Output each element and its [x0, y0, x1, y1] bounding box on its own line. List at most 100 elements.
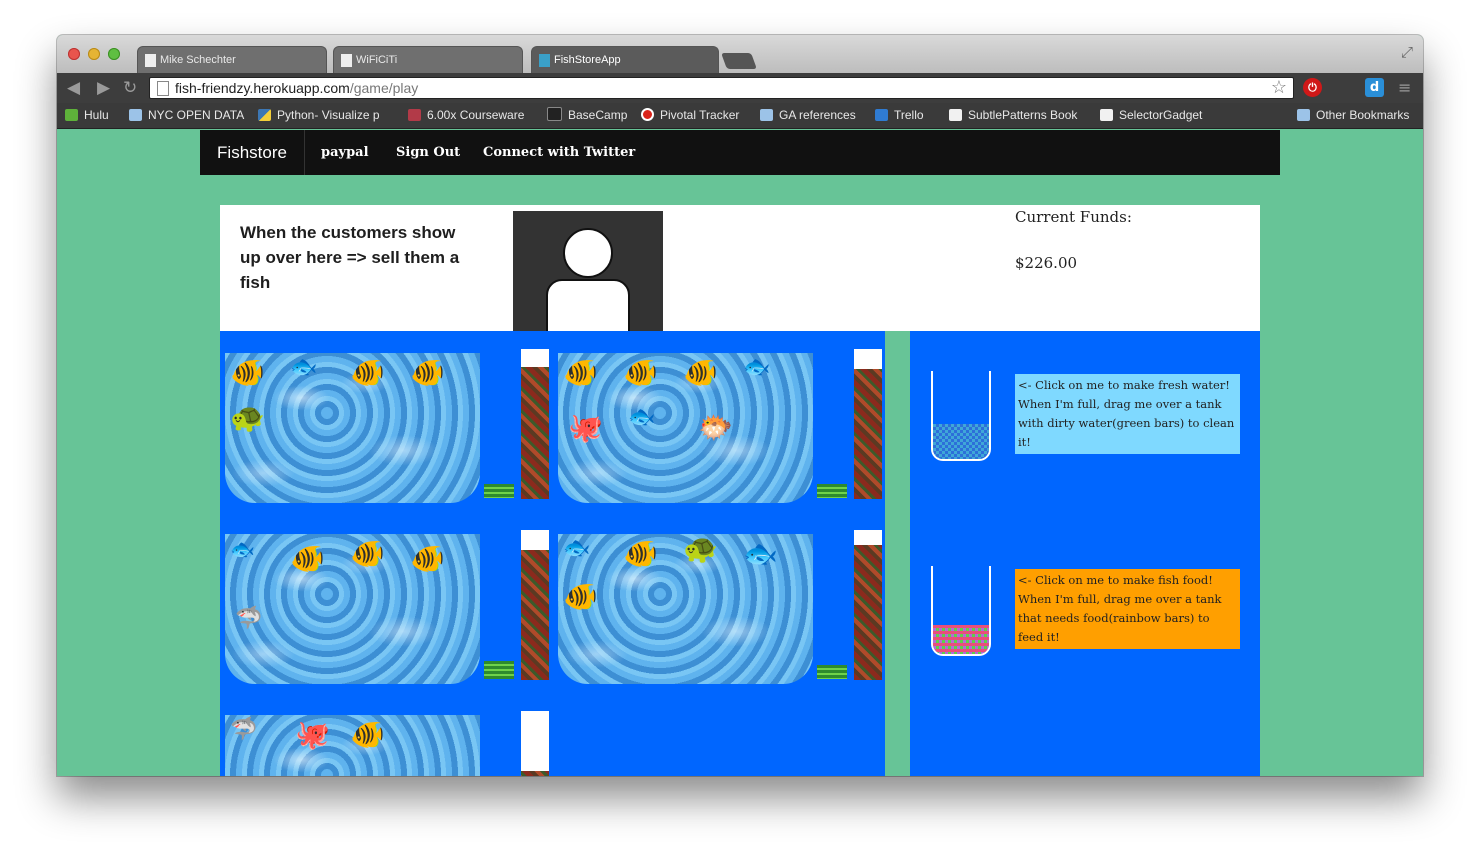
turtle-icon[interactable]: 🐢 — [683, 534, 718, 564]
food-jar-fill — [933, 624, 989, 654]
food-meter-fill — [854, 545, 882, 680]
fish-icon[interactable]: 🐠 — [350, 358, 385, 388]
avatar-body — [546, 279, 630, 331]
basecamp-icon — [547, 107, 562, 121]
tab-mike-schechter[interactable]: Mike Schechter — [137, 46, 327, 73]
water-jar[interactable] — [931, 371, 991, 461]
turtle-icon[interactable]: 🐢 — [230, 403, 265, 433]
food-meter-fill — [854, 368, 882, 499]
bookmark-trello[interactable]: Trello — [875, 103, 924, 128]
bookmark-label: NYC OPEN DATA — [148, 108, 245, 122]
menu-icon[interactable]: ≡ — [1398, 78, 1411, 97]
food-meter — [854, 530, 882, 680]
tank-area: 🐠 🐟 🐠 🐠 🐢 🐠 🐠 🐠 🐟 🐙 🐟 🐡 🐟 🐠 🐠 🐠 🦈 🐟 🐠 🐢 … — [220, 331, 885, 776]
fish-tank[interactable]: 🐟 🐠 🐢 🐟 🐠 — [558, 534, 813, 684]
fish-icon[interactable]: 🐠 — [623, 358, 658, 388]
page-icon — [341, 54, 352, 67]
bookmark-selectorgadget[interactable]: SelectorGadget — [1100, 103, 1202, 128]
water-level-bar — [484, 484, 514, 498]
nav-connect-twitter[interactable]: Connect with Twitter — [483, 130, 635, 175]
avatar-head — [563, 228, 613, 278]
bookmark-ga-references[interactable]: GA references — [760, 103, 856, 128]
octopus-icon[interactable]: 🐙 — [295, 720, 330, 750]
zoom-window-icon[interactable] — [108, 48, 120, 60]
fish-icon[interactable]: 🐟 — [628, 403, 655, 433]
fish-icon[interactable]: 🐟 — [743, 539, 778, 569]
food-jar[interactable] — [931, 566, 991, 656]
fish-tank[interactable]: 🐠 🐠 🐠 🐟 🐙 🐟 🐡 — [558, 353, 813, 503]
forward-arrow-icon[interactable]: ▶ — [97, 78, 110, 98]
other-bookmarks[interactable]: Other Bookmarks — [1297, 103, 1409, 128]
folder-icon — [129, 109, 142, 121]
bookmarks-bar: Hulu NYC OPEN DATA Python- Visualize p 6… — [57, 103, 1423, 129]
bookmark-label: BaseCamp — [568, 108, 628, 122]
fish-icon[interactable]: 🐡 — [698, 413, 733, 443]
python-icon — [258, 109, 271, 121]
folder-icon — [760, 109, 773, 121]
tab-label: WiFiCiTi — [356, 54, 398, 66]
water-jar-fill — [933, 423, 989, 459]
fish-icon[interactable]: 🐟 — [230, 534, 255, 564]
fish-icon[interactable]: 🐠 — [410, 544, 445, 574]
food-meter-fill — [521, 771, 549, 776]
bookmark-600x-courseware[interactable]: 6.00x Courseware — [408, 103, 524, 128]
fish-icon[interactable]: 🐟 — [563, 534, 590, 564]
page-icon — [1100, 109, 1113, 121]
bookmark-basecamp[interactable]: BaseCamp — [547, 103, 627, 128]
fish-icon[interactable]: 🐟 — [743, 353, 770, 383]
fish-tank[interactable]: 🦈 🐙 🐠 — [225, 715, 480, 776]
funds-label: Current Funds: — [1015, 208, 1132, 226]
fish-icon[interactable]: 🐠 — [563, 358, 598, 388]
power-extension-icon[interactable]: ⏻ — [1303, 78, 1322, 97]
fish-icon[interactable]: 🐠 — [350, 539, 385, 569]
fish-icon[interactable]: 🐠 — [290, 544, 325, 574]
fish-icon[interactable]: 🐠 — [683, 358, 718, 388]
food-meter — [521, 349, 549, 499]
reload-icon[interactable]: ↻ — [123, 78, 137, 98]
back-arrow-icon[interactable]: ◀ — [67, 78, 80, 98]
fish-icon[interactable]: 🐠 — [350, 720, 385, 750]
minimize-window-icon[interactable] — [88, 48, 100, 60]
fish-icon[interactable]: 🐠 — [623, 539, 658, 569]
bookmark-python-visualize[interactable]: Python- Visualize p — [258, 103, 390, 128]
fish-icon[interactable]: 🐠 — [230, 358, 265, 388]
tab-label: FishStoreApp — [554, 54, 621, 66]
nav-sign-out[interactable]: Sign Out — [396, 130, 460, 175]
shark-icon[interactable]: 🦈 — [235, 604, 262, 634]
page-icon — [145, 54, 156, 67]
url-path: /game/play — [349, 80, 419, 96]
nav-paypal[interactable]: paypal — [321, 130, 369, 175]
bookmark-label: SelectorGadget — [1119, 108, 1203, 122]
water-level-bar — [817, 484, 847, 498]
water-level-bar — [817, 665, 847, 679]
close-window-icon[interactable] — [68, 48, 80, 60]
fish-tank[interactable]: 🐟 🐠 🐠 🐠 🦈 — [225, 534, 480, 684]
fish-icon[interactable]: 🐠 — [410, 358, 445, 388]
octopus-icon[interactable]: 🐙 — [568, 413, 603, 443]
customer-instructions: When the customers show up over here => … — [240, 223, 460, 292]
water-level-bar — [484, 661, 514, 679]
browser-toolbar: ◀ ▶ ↻ fish-friendzy.herokuapp.com/game/p… — [57, 73, 1423, 103]
d-extension-icon[interactable]: d — [1365, 78, 1384, 97]
brand-link[interactable]: Fishstore — [200, 130, 305, 175]
shark-icon[interactable]: 🦈 — [230, 715, 257, 745]
fullscreen-icon[interactable]: ⤢ — [1401, 43, 1413, 61]
fish-icon[interactable]: 🐟 — [290, 353, 317, 383]
tab-fishstoreapp[interactable]: FishStoreApp — [531, 46, 719, 73]
page-icon — [949, 109, 962, 121]
fish-icon[interactable]: 🐠 — [563, 582, 598, 612]
new-tab-button[interactable] — [721, 53, 757, 69]
customer-avatar[interactable] — [513, 211, 663, 331]
bookmark-nyc-open-data[interactable]: NYC OPEN DATA — [129, 103, 244, 128]
address-bar[interactable]: fish-friendzy.herokuapp.com/game/play ☆ — [149, 77, 1294, 99]
bookmark-star-icon[interactable]: ☆ — [1271, 77, 1287, 97]
bookmark-hulu[interactable]: Hulu — [65, 103, 109, 128]
fish-tank[interactable]: 🐠 🐟 🐠 🐠 🐢 — [225, 353, 480, 503]
bookmark-label: 6.00x Courseware — [427, 108, 525, 122]
bookmark-label: Hulu — [84, 108, 109, 122]
bookmark-pivotal-tracker[interactable]: Pivotal Tracker — [641, 103, 739, 128]
tab-label: Mike Schechter — [160, 54, 236, 66]
bookmark-subtlepatterns[interactable]: SubtlePatterns Book — [949, 103, 1084, 128]
tab-wificiti[interactable]: WiFiCiTi — [333, 46, 523, 73]
food-meter — [521, 711, 549, 776]
